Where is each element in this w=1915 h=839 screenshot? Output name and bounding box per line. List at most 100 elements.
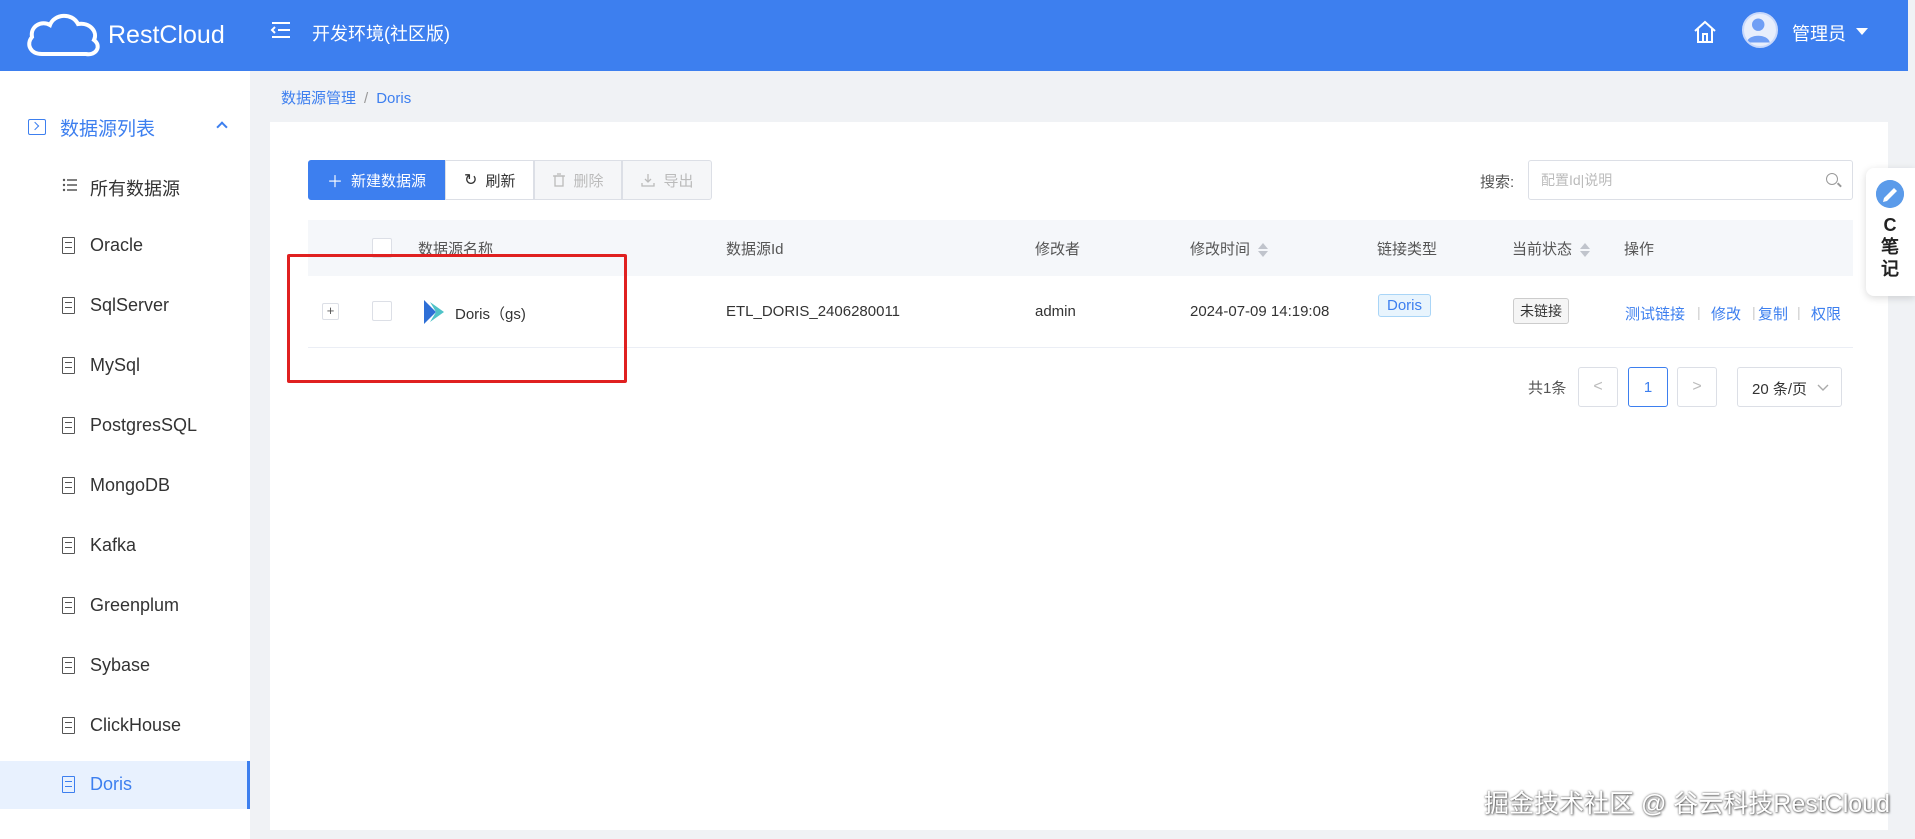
sidebar-item-clickhouse[interactable]: ClickHouse xyxy=(0,702,250,750)
user-name[interactable]: 管理员 xyxy=(1792,20,1846,46)
action-separator: | xyxy=(1797,304,1801,320)
database-icon xyxy=(62,717,75,734)
logo-text: RestCloud xyxy=(108,20,225,49)
link-type-tag: Doris xyxy=(1378,294,1432,317)
sidebar-item-greenplum[interactable]: Greenplum xyxy=(0,582,250,630)
permission-link[interactable]: 权限 xyxy=(1811,303,1841,324)
sidebar-item-label: MySql xyxy=(90,355,141,375)
export-label: 导出 xyxy=(663,172,694,190)
note-icon xyxy=(1876,180,1904,208)
toolbar-button-group: ＋ 新建数据源 ↻ 刷新 删除 导出 xyxy=(308,160,713,200)
trash-icon xyxy=(553,173,566,187)
highlight-annotation xyxy=(287,254,627,383)
sort-icon[interactable] xyxy=(1580,242,1591,258)
sidebar-item-postgres[interactable]: PostgresSQL xyxy=(0,402,250,450)
sidebar-item-kafka[interactable]: Kafka xyxy=(0,522,250,570)
sidebar-item-label: Oracle xyxy=(90,235,144,255)
modifier: admin xyxy=(1035,303,1076,320)
search-input[interactable] xyxy=(1529,161,1809,199)
delete-label: 删除 xyxy=(573,172,604,190)
sidebar-item-label: SqlServer xyxy=(90,295,170,315)
chevron-up-icon xyxy=(216,121,228,133)
download-icon xyxy=(641,174,656,187)
plus-icon: ＋ xyxy=(327,174,344,191)
sidebar-item-mongodb[interactable]: MongoDB xyxy=(0,462,250,510)
action-separator: | xyxy=(1752,304,1756,320)
sidebar-item-sqlserver[interactable]: SqlServer xyxy=(0,282,250,330)
sidebar-item-doris[interactable]: Doris xyxy=(0,761,250,809)
home-icon[interactable] xyxy=(1692,19,1718,45)
note-widget-label: C笔记 xyxy=(1881,215,1899,279)
prev-page-button[interactable]: < xyxy=(1578,367,1618,407)
terminal-icon xyxy=(28,119,46,135)
sidebar-item-sybase[interactable]: Sybase xyxy=(0,642,250,690)
database-icon xyxy=(62,776,75,793)
sidebar-item-label: PostgresSQL xyxy=(90,415,198,435)
page-size-value: 20 条/页 xyxy=(1752,381,1808,398)
datasource-id: ETL_DORIS_2406280011 xyxy=(726,303,901,320)
status-badge: 未链接 xyxy=(1513,298,1569,324)
column-header-status[interactable]: 当前状态 xyxy=(1512,238,1591,259)
column-header-label: 修改时间 xyxy=(1190,241,1251,258)
database-icon xyxy=(62,657,75,674)
test-connection-link[interactable]: 测试链接 xyxy=(1625,303,1685,324)
database-icon xyxy=(62,477,75,494)
column-header-modified-time[interactable]: 修改时间 xyxy=(1190,238,1269,259)
refresh-button[interactable]: ↻ 刷新 xyxy=(445,160,535,200)
database-icon xyxy=(62,537,75,554)
logo[interactable]: RestCloud xyxy=(24,6,225,64)
sidebar-item-oracle[interactable]: Oracle xyxy=(0,222,250,270)
action-separator: | xyxy=(1697,304,1701,320)
list-icon xyxy=(62,178,77,192)
modified-time: 2024-07-09 14:19:08 xyxy=(1190,303,1330,320)
database-icon xyxy=(62,417,75,434)
search-icon[interactable] xyxy=(1826,173,1838,185)
sort-icon[interactable] xyxy=(1258,242,1269,258)
sidebar-item-label: Sybase xyxy=(90,655,151,675)
search-label: 搜索: xyxy=(1480,174,1515,191)
page-1-button[interactable]: 1 xyxy=(1628,367,1668,407)
scrollbar[interactable] xyxy=(1908,0,1915,839)
copy-link[interactable]: 复制 xyxy=(1758,303,1788,324)
sidebar-item-label: ClickHouse xyxy=(90,715,182,735)
sidebar-group-datasources[interactable]: 数据源列表 xyxy=(0,107,250,147)
breadcrumb: 数据源管理 / Doris xyxy=(281,87,411,108)
sidebar-item-label: MongoDB xyxy=(90,475,171,495)
sidebar-item-label: Doris xyxy=(90,774,133,794)
sidebar-item-label: Kafka xyxy=(90,535,137,555)
sidebar-group-label: 数据源列表 xyxy=(60,119,156,140)
search-box xyxy=(1528,160,1853,200)
sidebar-item-label: Greenplum xyxy=(90,595,180,615)
cloud-logo-icon xyxy=(27,13,100,57)
breadcrumb-root[interactable]: 数据源管理 xyxy=(281,90,356,107)
page-size-select[interactable]: 20 条/页 xyxy=(1737,367,1842,407)
sidebar-item-mysql[interactable]: MySql xyxy=(0,342,250,390)
new-datasource-label: 新建数据源 xyxy=(351,172,427,190)
user-icon xyxy=(1746,18,1770,43)
column-header-id: 数据源Id xyxy=(726,241,784,258)
refresh-icon: ↻ xyxy=(464,172,478,189)
sidebar-item-all[interactable]: 所有数据源 xyxy=(0,162,250,210)
new-datasource-button[interactable]: ＋ 新建数据源 xyxy=(308,160,446,200)
watermark: 掘金技术社区 @ 谷云科技RestCloud xyxy=(1484,790,1890,818)
environment-title[interactable]: 开发环境(社区版) xyxy=(312,20,450,46)
database-icon xyxy=(62,357,75,374)
menu-toggle-icon[interactable] xyxy=(270,20,292,40)
edit-link[interactable]: 修改 xyxy=(1711,303,1741,324)
caret-down-icon[interactable] xyxy=(1856,28,1868,35)
delete-button[interactable]: 删除 xyxy=(534,160,623,200)
chevron-down-icon xyxy=(1817,384,1829,391)
column-header-link-type: 链接类型 xyxy=(1377,241,1438,258)
top-header: RestCloud 开发环境(社区版) 管理员 xyxy=(0,0,1915,71)
database-icon xyxy=(62,597,75,614)
column-header-modifier: 修改者 xyxy=(1035,241,1081,258)
next-page-button[interactable]: > xyxy=(1677,367,1717,407)
column-header-label: 当前状态 xyxy=(1512,241,1573,258)
breadcrumb-separator: / xyxy=(364,90,369,107)
note-widget[interactable]: C笔记 xyxy=(1866,168,1915,296)
database-icon xyxy=(62,297,75,314)
avatar[interactable] xyxy=(1742,12,1778,48)
column-header-actions: 操作 xyxy=(1624,241,1655,258)
pagination-total: 共1条 xyxy=(1528,380,1567,397)
export-button[interactable]: 导出 xyxy=(622,160,713,200)
